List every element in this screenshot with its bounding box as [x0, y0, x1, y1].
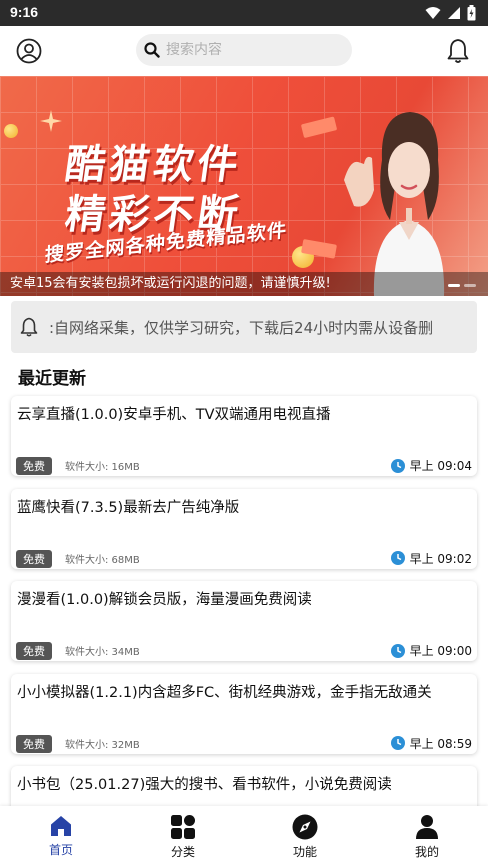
coin-decoration	[4, 124, 18, 138]
nav-label: 首页	[48, 843, 73, 857]
status-time: 9:16	[10, 4, 39, 20]
item-size: 软件大小: 16MB	[65, 462, 140, 473]
wifi-icon	[425, 7, 441, 19]
status-icons	[425, 5, 476, 21]
free-badge: 免费	[16, 457, 52, 475]
announcement-bell-icon	[20, 317, 38, 337]
top-header	[0, 26, 488, 76]
clock-icon	[390, 736, 405, 750]
item-title: 漫漫看(1.0.0)解锁会员版，海量漫画免费阅读	[17, 592, 312, 608]
list-item[interactable]: 云享直播(1.0.0)安卓手机、TV双端通用电视直播 免费 软件大小: 16MB…	[11, 396, 477, 476]
nav-label: 分类	[170, 845, 195, 859]
list-item[interactable]: 小小模拟器(1.2.1)内含超多FC、街机经典游戏，金手指无敌通关 免费 软件大…	[11, 673, 477, 754]
section-title: 最近更新	[18, 369, 86, 389]
item-time-text: 早上 09:00	[409, 644, 472, 658]
free-badge: 免费	[16, 734, 52, 753]
person-icon	[416, 815, 438, 839]
item-time: 早上 09:00	[390, 642, 472, 659]
list-item[interactable]: 蓝鹰快看(7.3.5)最新去广告纯净版 免费 软件大小: 68MB 早上 09:…	[11, 488, 477, 569]
search-icon	[144, 42, 160, 58]
notice-bar[interactable]: :自网络采集，仅供学习研究，下载后24小时内需从设备删	[11, 301, 477, 353]
item-time: 早上 09:04	[390, 457, 472, 474]
item-time: 早上 08:59	[390, 735, 472, 752]
item-size: 软件大小: 32MB	[65, 739, 140, 751]
banner-pagination[interactable]	[448, 284, 476, 287]
grid-icon	[171, 815, 195, 839]
pagination-dot[interactable]	[464, 284, 476, 287]
bottom-nav: 首页 分类 功能 我的	[0, 806, 488, 868]
user-profile-button[interactable]	[16, 38, 42, 64]
banknote-decoration	[301, 116, 337, 138]
free-badge: 免费	[16, 642, 52, 660]
compass-icon	[292, 814, 318, 840]
nav-item-category[interactable]: 分类	[122, 806, 244, 868]
item-time: 早上 09:02	[390, 550, 472, 567]
item-size: 软件大小: 68MB	[65, 554, 140, 566]
item-time-text: 早上 09:02	[409, 551, 472, 566]
notice-text: :自网络采集，仅供学习研究，下载后24小时内需从设备删	[49, 318, 434, 337]
sparkle-icon	[40, 110, 62, 132]
item-title: 蓝鹰快看(7.3.5)最新去广告纯净版	[17, 499, 240, 516]
clock-icon	[390, 458, 405, 473]
update-list: 云享直播(1.0.0)安卓手机、TV双端通用电视直播 免费 软件大小: 16MB…	[11, 396, 477, 859]
notifications-button[interactable]	[446, 38, 470, 64]
search-input[interactable]	[166, 42, 336, 58]
banner-caption: 安卓15会有安装包损坏或运行闪退的问题，请谨慎升级!	[0, 272, 488, 296]
item-time-text: 早上 08:59	[409, 736, 472, 751]
search-bar[interactable]	[136, 34, 352, 66]
promo-banner[interactable]: 酷猫软件 精彩不断 搜罗全网各种免费精品软件 安卓15会有安装包损坏或运行闪退的…	[0, 76, 488, 296]
list-item[interactable]: 漫漫看(1.0.0)解锁会员版，海量漫画免费阅读 免费 软件大小: 34MB 早…	[11, 581, 477, 661]
presenter-illustration	[344, 112, 445, 296]
nav-label: 我的	[414, 845, 439, 859]
battery-icon	[467, 5, 476, 21]
bell-icon	[447, 39, 469, 63]
user-icon	[16, 38, 42, 64]
item-title: 小小模拟器(1.2.1)内含超多FC、街机经典游戏，金手指无敌通关	[17, 684, 432, 701]
nav-item-home[interactable]: 首页	[0, 806, 122, 868]
status-bar: 9:16	[0, 0, 488, 26]
banknote-decoration	[301, 239, 337, 259]
free-badge: 免费	[16, 549, 52, 568]
item-size: 软件大小: 34MB	[65, 647, 140, 658]
clock-icon	[390, 643, 405, 658]
item-title: 小书包（25.01.27)强大的搜书、看书软件，小说免费阅读	[17, 777, 392, 793]
clock-icon	[390, 551, 405, 565]
nav-item-features[interactable]: 功能	[244, 806, 366, 868]
nav-label: 功能	[292, 845, 317, 859]
pagination-dot-active[interactable]	[448, 284, 460, 287]
home-icon	[51, 816, 71, 836]
item-time-text: 早上 09:04	[409, 459, 472, 473]
nav-item-profile[interactable]: 我的	[366, 806, 488, 868]
item-title: 云享直播(1.0.0)安卓手机、TV双端通用电视直播	[17, 407, 331, 423]
signal-icon	[448, 7, 460, 19]
